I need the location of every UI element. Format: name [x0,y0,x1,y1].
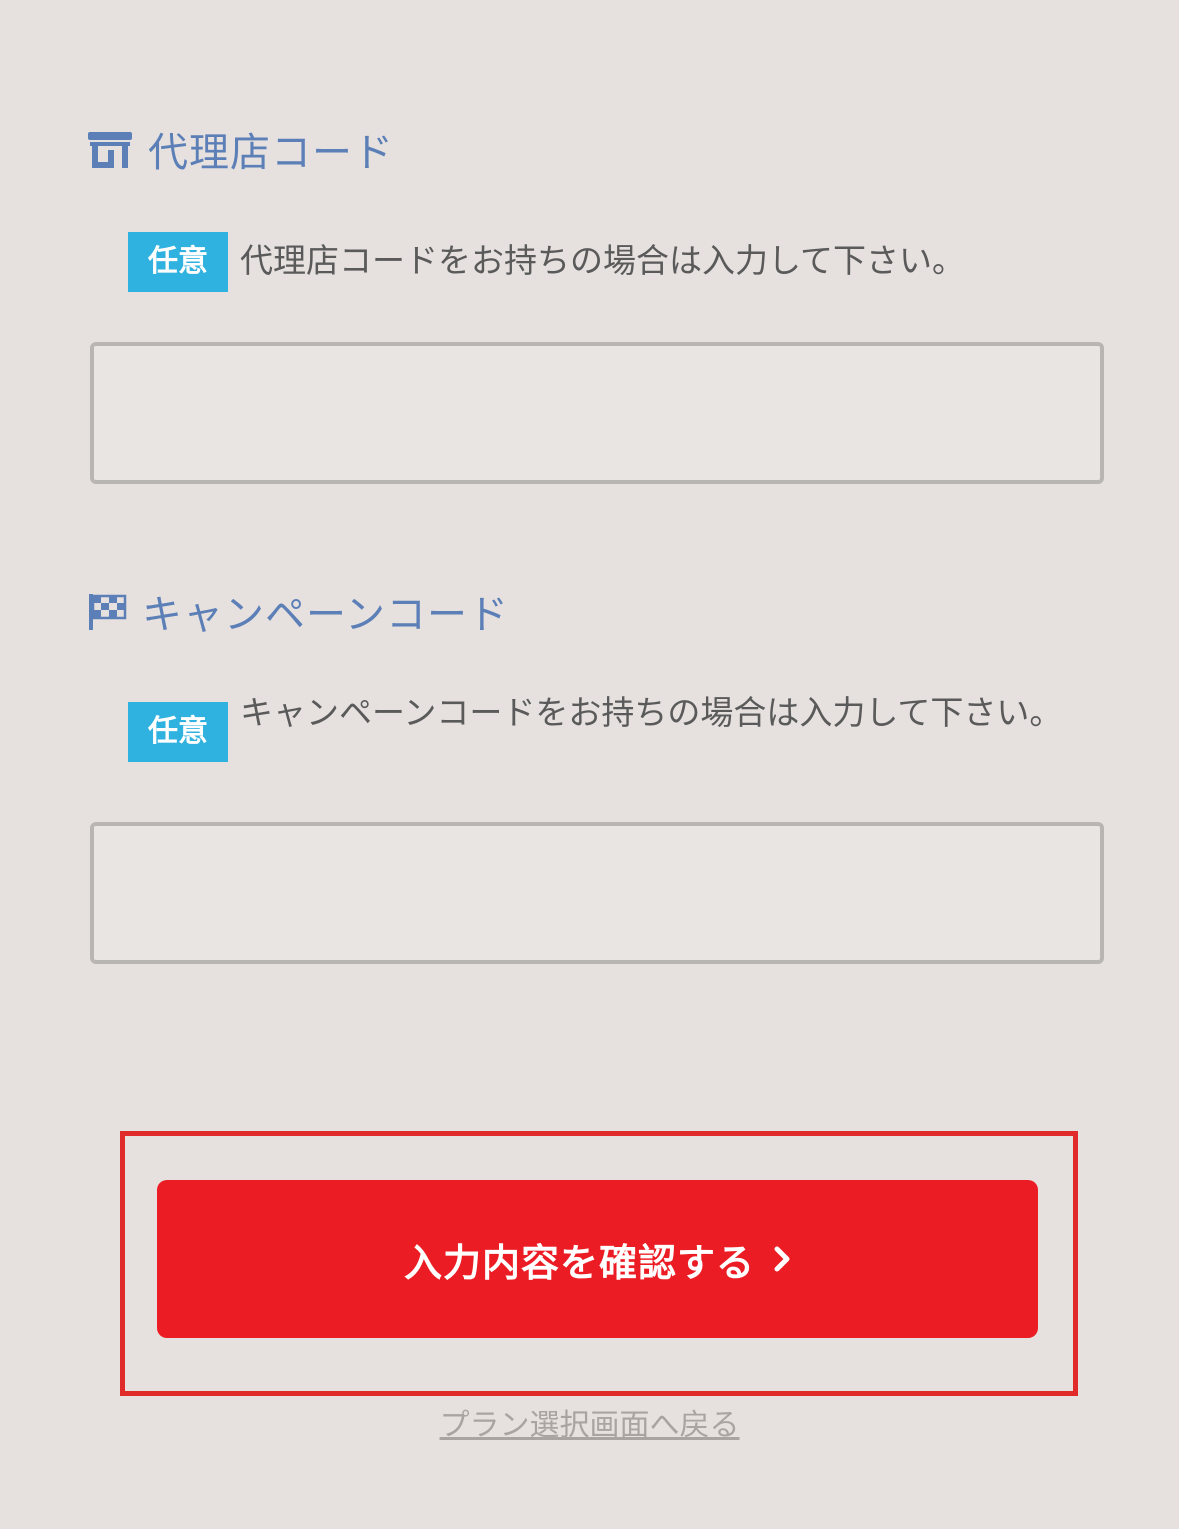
store-icon [86,128,134,170]
agency-code-input[interactable] [90,342,1104,484]
agency-code-note-text: 代理店コードをお持ちの場合は入力して下さい。 [240,241,966,280]
optional-badge: 任意 [128,232,228,292]
back-to-plan-link[interactable]: プラン選択画面へ戻る [0,1400,1179,1444]
agency-code-heading: 代理店コード [86,120,394,178]
campaign-code-title: キャンペーンコード [142,592,509,638]
campaign-code-note: 任意 キャンペーンコードをお持ちの場合は入力して下さい。 [128,684,1068,762]
confirm-button-label: 入力内容を確認する [403,1240,755,1285]
optional-badge: 任意 [128,702,228,762]
checkered-flag-icon [86,590,128,632]
campaign-code-note-text: キャンペーンコードをお持ちの場合は入力して下さい。 [240,693,1063,732]
agency-code-title: 代理店コード [148,130,394,176]
confirm-button[interactable]: 入力内容を確認する [157,1180,1038,1338]
agency-code-note: 任意 代理店コードをお持ちの場合は入力して下さい。 [128,232,1068,292]
campaign-code-input[interactable] [90,822,1104,964]
chevron-right-icon [773,1246,791,1272]
campaign-code-heading: キャンペーンコード [86,582,509,640]
